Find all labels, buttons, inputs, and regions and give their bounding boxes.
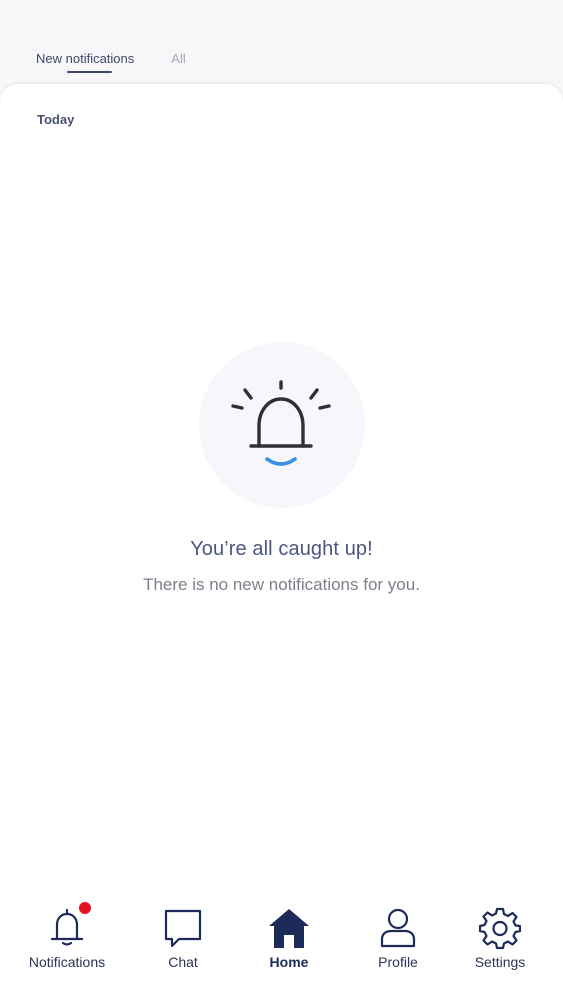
user-icon — [380, 908, 416, 948]
top-area: New notifications All — [0, 0, 563, 84]
nav-item-chat[interactable]: Chat — [128, 900, 238, 980]
bottom-navigation: Notifications Chat Home Profile Settings — [0, 900, 563, 1000]
tab-new-notifications-label: New notifications — [36, 51, 135, 66]
nav-item-profile[interactable]: Profile — [343, 900, 453, 980]
home-icon — [269, 909, 309, 948]
nav-label-notifications: Notifications — [28, 954, 106, 970]
notifications-sheet: Today You’re all caught up! There is no … — [0, 84, 563, 1000]
nav-item-settings[interactable]: Settings — [445, 900, 555, 980]
tab-all-label: All — [171, 51, 186, 66]
tab-all[interactable]: All — [171, 50, 185, 68]
alarm-bell-icon — [230, 380, 331, 466]
chat-bubble-icon — [164, 909, 202, 948]
empty-state: You’re all caught up! There is no new no… — [0, 342, 563, 595]
empty-state-title: You’re all caught up! — [190, 538, 373, 560]
empty-illustration — [198, 342, 365, 508]
tab-new-notifications[interactable]: New notifications — [36, 50, 135, 73]
notification-tabs: New notifications All — [36, 50, 186, 73]
empty-state-subtitle: There is no new notifications for you. — [143, 575, 420, 594]
nav-item-home[interactable]: Home — [234, 900, 344, 980]
active-tab-indicator — [67, 71, 112, 73]
gear-icon — [478, 907, 522, 950]
nav-item-notifications[interactable]: Notifications — [12, 900, 122, 980]
nav-label-profile: Profile — [378, 954, 418, 970]
nav-label-home: Home — [269, 954, 309, 970]
nav-label-chat: Chat — [168, 954, 198, 970]
notification-badge — [79, 902, 91, 914]
nav-label-settings: Settings — [474, 954, 526, 970]
section-today-label: Today — [37, 112, 75, 127]
